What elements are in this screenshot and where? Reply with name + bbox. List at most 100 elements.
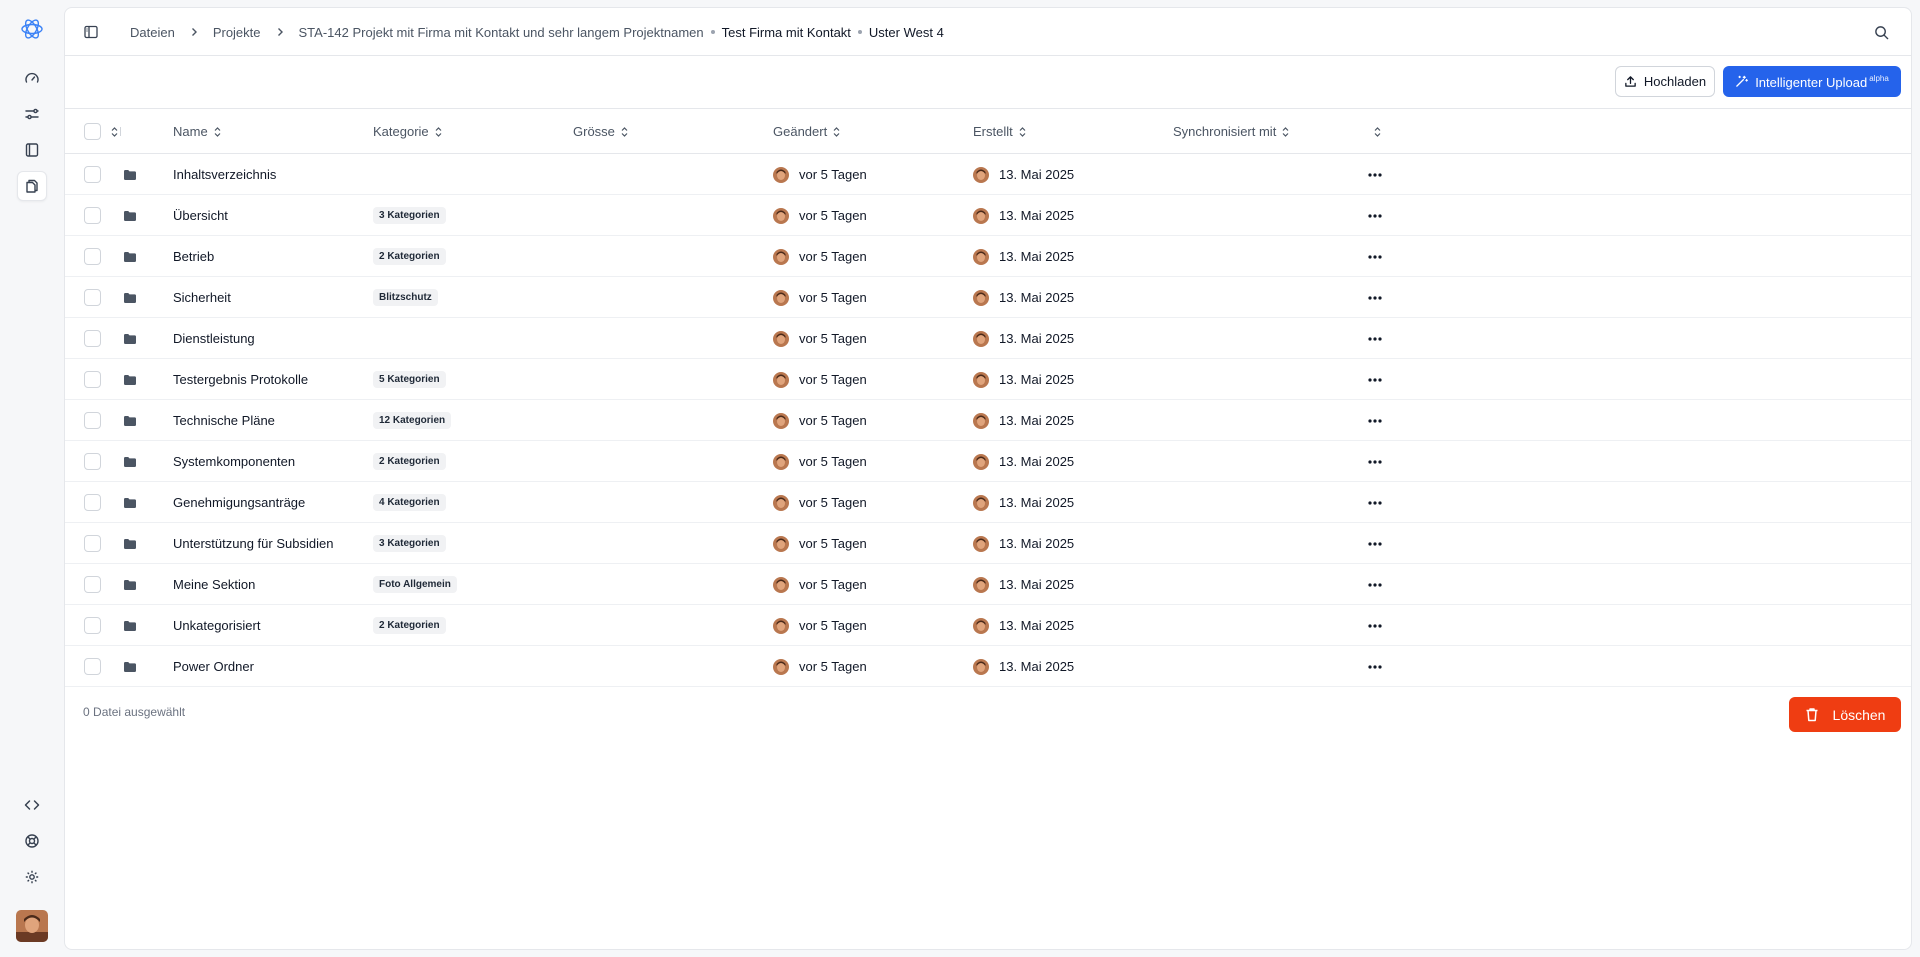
row-name[interactable]: Inhaltsverzeichnis: [173, 167, 276, 182]
gear-icon[interactable]: [17, 862, 47, 892]
table-row[interactable]: Technische Pläne 12 Kategorien vor 5 Tagen…: [65, 400, 1911, 441]
category-badge[interactable]: Foto Allgemein: [373, 576, 457, 593]
row-name[interactable]: Sicherheit: [173, 290, 231, 305]
upload-button[interactable]: Hochladen: [1615, 66, 1715, 97]
row-name[interactable]: Systemkomponenten: [173, 454, 295, 469]
breadcrumb-dateien[interactable]: Dateien: [130, 25, 175, 40]
row-name[interactable]: Unterstützung für Subsidien: [173, 536, 333, 551]
sort-type-icon[interactable]: [110, 109, 119, 154]
row-checkbox[interactable]: [84, 248, 101, 265]
row-checkbox[interactable]: [84, 371, 101, 388]
more-options-icon[interactable]: [1365, 165, 1385, 185]
table-row[interactable]: Genehmigungsanträge 4 Kategorien vor 5 Tag…: [65, 482, 1911, 523]
row-name[interactable]: Übersicht: [173, 208, 228, 223]
table-row[interactable]: Unterstützung für Subsidien 3 Kategorien v…: [65, 523, 1911, 564]
row-checkbox[interactable]: [84, 166, 101, 183]
column-category[interactable]: Kategorie: [373, 109, 443, 154]
files-icon[interactable]: [17, 171, 47, 201]
more-options-icon[interactable]: [1365, 534, 1385, 554]
more-options-icon[interactable]: [1365, 616, 1385, 636]
category-badge[interactable]: 2 Kategorien: [373, 617, 446, 634]
column-actions-sort[interactable]: [1373, 109, 1382, 154]
files-table: Name Kategorie Grösse Geändert Erstellt …: [65, 109, 1911, 687]
search-icon[interactable]: [1871, 22, 1891, 42]
row-created: 13. Mai 2025: [999, 495, 1075, 510]
row-checkbox[interactable]: [84, 617, 101, 634]
more-options-icon[interactable]: [1365, 411, 1385, 431]
code-icon[interactable]: [17, 790, 47, 820]
created-by-avatar: [973, 453, 989, 470]
smart-upload-button[interactable]: Intelligenter Upload alpha: [1723, 66, 1901, 97]
breadcrumb-company[interactable]: Test Firma mit Kontakt: [722, 25, 851, 40]
logo-icon[interactable]: [18, 15, 46, 43]
user-avatar[interactable]: [16, 910, 48, 942]
category-badge[interactable]: 12 Kategorien: [373, 412, 452, 429]
category-badge[interactable]: 3 Kategorien: [373, 535, 446, 552]
more-options-icon[interactable]: [1365, 206, 1385, 226]
row-checkbox[interactable]: [84, 576, 101, 593]
column-synced[interactable]: Synchronisiert mit: [1173, 109, 1290, 154]
book-icon[interactable]: [17, 135, 47, 165]
row-checkbox[interactable]: [84, 412, 101, 429]
table-row[interactable]: Meine Sektion Foto Allgemein vor 5 Tagen 13…: [65, 564, 1911, 605]
row-checkbox[interactable]: [84, 330, 101, 347]
delete-button[interactable]: Löschen: [1789, 697, 1901, 732]
table-row[interactable]: Betrieb 2 Kategorien vor 5 Tagen 13. Mai 20…: [65, 236, 1911, 277]
more-options-icon[interactable]: [1365, 657, 1385, 677]
table-row[interactable]: Inhaltsverzeichnis vor 5 Tagen 13. Mai 202…: [65, 154, 1911, 195]
row-checkbox[interactable]: [84, 207, 101, 224]
select-all-checkbox[interactable]: [84, 123, 101, 140]
category-badge[interactable]: 2 Kategorien: [373, 248, 446, 265]
category-badge[interactable]: 4 Kategorien: [373, 494, 446, 511]
column-modified[interactable]: Geändert: [773, 109, 841, 154]
row-created: 13. Mai 2025: [999, 331, 1075, 346]
more-options-icon[interactable]: [1365, 452, 1385, 472]
category-badge[interactable]: 3 Kategorien: [373, 207, 446, 224]
more-options-icon[interactable]: [1365, 370, 1385, 390]
table-row[interactable]: Systemkomponenten 2 Kategorien vor 5 Tagen…: [65, 441, 1911, 482]
row-name[interactable]: Testergebnis Protokolle: [173, 372, 308, 387]
table-row[interactable]: Sicherheit Blitzschutz vor 5 Tagen 13. Mai …: [65, 277, 1911, 318]
smart-upload-label: Intelligenter Upload: [1755, 74, 1868, 90]
more-options-icon[interactable]: [1365, 493, 1385, 513]
row-name[interactable]: Technische Pläne: [173, 413, 275, 428]
help-icon[interactable]: [17, 826, 47, 856]
row-name[interactable]: Power Ordner: [173, 659, 254, 674]
row-name[interactable]: Unkategorisiert: [173, 618, 260, 633]
row-checkbox[interactable]: [84, 658, 101, 675]
folder-icon: [123, 236, 137, 277]
column-size[interactable]: Grösse: [573, 109, 629, 154]
row-checkbox[interactable]: [84, 453, 101, 470]
category-badge[interactable]: 2 Kategorien: [373, 453, 446, 470]
sidebar-toggle-icon[interactable]: [80, 21, 102, 43]
category-badge[interactable]: 5 Kategorien: [373, 371, 446, 388]
row-checkbox[interactable]: [84, 289, 101, 306]
table-row[interactable]: Unkategorisiert 2 Kategorien vor 5 Tagen 13…: [65, 605, 1911, 646]
more-options-icon[interactable]: [1365, 288, 1385, 308]
row-name[interactable]: Dienstleistung: [173, 331, 255, 346]
row-name[interactable]: Betrieb: [173, 249, 214, 264]
folder-icon: [123, 564, 137, 605]
more-options-icon[interactable]: [1365, 575, 1385, 595]
more-options-icon[interactable]: [1365, 329, 1385, 349]
breadcrumb-project[interactable]: STA-142 Projekt mit Firma mit Kontakt un…: [299, 25, 704, 40]
breadcrumb-location[interactable]: Uster West 4: [869, 25, 944, 40]
row-checkbox[interactable]: [84, 535, 101, 552]
column-created-label: Erstellt: [973, 124, 1013, 139]
column-name[interactable]: Name: [173, 109, 222, 154]
dashboard-icon[interactable]: [17, 64, 47, 94]
row-name[interactable]: Genehmigungsanträge: [173, 495, 305, 510]
breadcrumb-projekte[interactable]: Projekte: [213, 25, 261, 40]
row-name[interactable]: Meine Sektion: [173, 577, 255, 592]
category-badge[interactable]: Blitzschutz: [373, 289, 438, 306]
row-checkbox[interactable]: [84, 494, 101, 511]
settings-sliders-icon[interactable]: [17, 99, 47, 129]
table-row[interactable]: Übersicht 3 Kategorien vor 5 Tagen 13. Mai …: [65, 195, 1911, 236]
created-by-avatar: [973, 330, 989, 347]
table-row[interactable]: Testergebnis Protokolle 5 Kategorien vor 5…: [65, 359, 1911, 400]
table-row[interactable]: Power Ordner vor 5 Tagen 13. Mai 2025: [65, 646, 1911, 687]
column-created[interactable]: Erstellt: [973, 109, 1027, 154]
more-options-icon[interactable]: [1365, 247, 1385, 267]
modified-by-avatar: [773, 207, 789, 224]
table-row[interactable]: Dienstleistung vor 5 Tagen 13. Mai 2025: [65, 318, 1911, 359]
